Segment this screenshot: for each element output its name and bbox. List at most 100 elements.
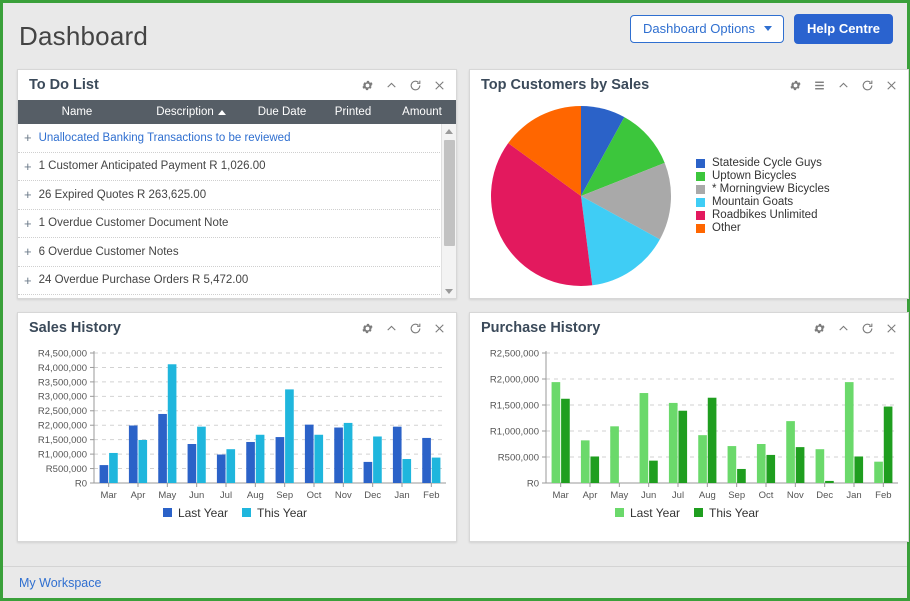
pie-legend-item[interactable]: * Morningview Bicycles [696, 183, 830, 196]
chart-bar[interactable] [551, 382, 561, 483]
pie-legend-item[interactable]: Uptown Bicycles [696, 170, 830, 183]
column-header-name[interactable]: Name [18, 106, 136, 118]
chart-bar[interactable] [304, 424, 314, 483]
chart-legend-item[interactable]: This Year [694, 506, 759, 519]
chart-bar[interactable] [786, 421, 795, 483]
dashboard-options-button[interactable]: Dashboard Options [630, 15, 785, 43]
chart-bar[interactable] [639, 393, 649, 483]
help-centre-button[interactable]: Help Centre [794, 14, 893, 44]
close-icon[interactable] [885, 322, 898, 335]
chart-bar[interactable] [373, 436, 382, 483]
chart-bar[interactable] [275, 437, 285, 483]
column-header-description[interactable]: Description [136, 106, 246, 118]
chart-legend-item[interactable]: Last Year [162, 506, 228, 519]
chart-bar[interactable] [678, 410, 688, 483]
chart-bar[interactable] [422, 437, 431, 483]
scroll-up-arrow-icon[interactable] [442, 124, 456, 138]
expand-plus-icon[interactable]: + [24, 188, 32, 201]
collapse-icon[interactable] [385, 79, 398, 92]
chart-bar[interactable] [187, 444, 197, 483]
todo-row[interactable]: +24 Overdue Purchase Orders R 5,472.00 [18, 267, 440, 295]
chart-bar[interactable] [128, 425, 138, 483]
pie-legend-item[interactable]: Roadbikes Unlimited [696, 209, 830, 222]
gear-icon[interactable] [813, 322, 826, 335]
chart-bar[interactable] [431, 457, 441, 483]
chart-bar[interactable] [285, 389, 294, 483]
expand-plus-icon[interactable]: + [24, 274, 32, 287]
chart-bar[interactable] [610, 426, 619, 483]
chart-bar[interactable] [825, 480, 834, 483]
chart-bar[interactable] [334, 427, 343, 483]
chart-bar[interactable] [246, 441, 255, 483]
sales-history-chart[interactable]: R0 R500,000 R1,000,000 R1,500,000 R2,000,000… [22, 345, 452, 507]
chart-bar[interactable] [854, 456, 864, 483]
chart-bar[interactable] [402, 459, 412, 483]
pie-chart[interactable] [488, 103, 674, 289]
chart-bar[interactable] [167, 364, 177, 483]
chart-bar[interactable] [99, 465, 109, 483]
chart-bar[interactable] [580, 440, 590, 483]
gear-icon[interactable] [789, 79, 802, 92]
chart-legend-item[interactable]: Last Year [614, 506, 680, 519]
list-icon[interactable] [813, 79, 826, 92]
chart-bar[interactable] [727, 446, 737, 483]
collapse-icon[interactable] [837, 79, 850, 92]
close-icon[interactable] [433, 79, 446, 92]
close-icon[interactable] [433, 322, 446, 335]
chart-bar[interactable] [216, 454, 226, 483]
pie-legend-item[interactable]: Mountain Goats [696, 196, 830, 209]
todo-row[interactable]: +1 Customer Anticipated Payment R 1,026.… [18, 153, 440, 181]
gear-icon[interactable] [361, 79, 374, 92]
chart-bar[interactable] [698, 435, 707, 483]
chart-bar[interactable] [766, 454, 776, 483]
chart-bar[interactable] [874, 461, 883, 483]
gear-icon[interactable] [361, 322, 374, 335]
column-header-due-date[interactable]: Due Date [246, 106, 318, 118]
chart-bar[interactable] [158, 413, 167, 483]
chart-bar[interactable] [844, 382, 854, 483]
chart-bar[interactable] [590, 456, 600, 483]
column-header-amount[interactable]: Amount [388, 106, 456, 118]
chart-bar[interactable] [668, 402, 678, 483]
refresh-icon[interactable] [861, 322, 874, 335]
chart-bar[interactable] [649, 460, 658, 483]
chart-bar[interactable] [795, 447, 805, 483]
expand-plus-icon[interactable]: + [24, 160, 32, 173]
todo-row[interactable]: +6 Overdue Customer Notes [18, 238, 440, 267]
my-workspace-link[interactable]: My Workspace [19, 576, 101, 590]
expand-plus-icon[interactable]: + [24, 131, 32, 144]
pie-legend-item[interactable]: Other [696, 222, 830, 235]
expand-plus-icon[interactable]: + [24, 245, 32, 258]
chart-bar[interactable] [226, 449, 236, 483]
expand-plus-icon[interactable]: + [24, 217, 32, 230]
chart-bar[interactable] [561, 398, 570, 483]
chart-bar[interactable] [314, 434, 324, 483]
chart-bar[interactable] [815, 449, 825, 483]
scroll-down-arrow-icon[interactable] [442, 284, 456, 298]
chart-bar[interactable] [197, 426, 206, 483]
scrollbar-thumb[interactable] [444, 140, 455, 246]
chart-bar[interactable] [363, 461, 373, 483]
close-icon[interactable] [885, 79, 898, 92]
collapse-icon[interactable] [385, 322, 398, 335]
todo-row[interactable]: + Unallocated Banking Transactions to be … [18, 124, 440, 153]
chart-bar[interactable] [883, 406, 893, 483]
chart-bar[interactable] [138, 439, 148, 483]
purchase-history-chart[interactable]: R0 R500,000 R1,000,000 R1,500,000 R2,000,000… [474, 345, 904, 507]
todo-row[interactable]: +1 Overdue Customer Document Note [18, 210, 440, 238]
refresh-icon[interactable] [861, 79, 874, 92]
refresh-icon[interactable] [409, 79, 422, 92]
chart-bar[interactable] [707, 397, 717, 483]
chart-legend-item[interactable]: This Year [242, 506, 307, 519]
chart-bar[interactable] [109, 452, 118, 483]
pie-legend-item[interactable]: Stateside Cycle Guys [696, 157, 830, 170]
chart-bar[interactable] [343, 422, 353, 483]
todo-scrollbar[interactable] [441, 124, 456, 298]
chart-bar[interactable] [756, 444, 766, 483]
chart-bar[interactable] [255, 434, 265, 483]
chart-bar[interactable] [392, 426, 402, 483]
collapse-icon[interactable] [837, 322, 850, 335]
todo-row[interactable]: +26 Expired Quotes R 263,625.00 [18, 181, 440, 210]
column-header-printed[interactable]: Printed [318, 106, 388, 118]
chart-bar[interactable] [737, 468, 746, 483]
